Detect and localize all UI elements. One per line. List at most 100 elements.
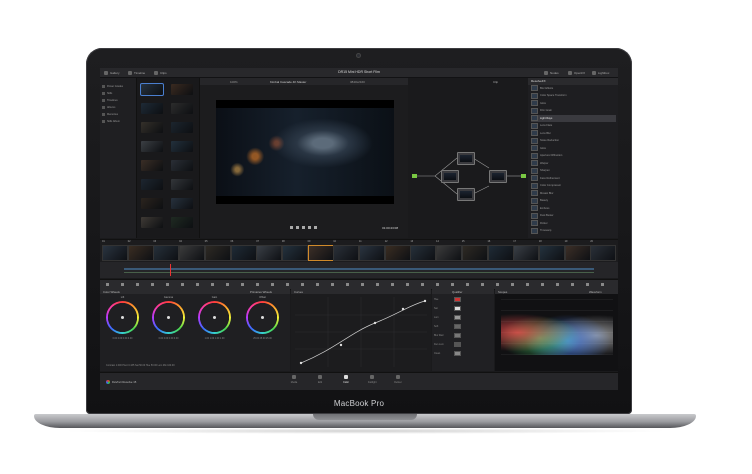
scope-mode-dropdown[interactable]: Waveform xyxy=(589,290,602,294)
library-item[interactable]: Film Grain xyxy=(531,107,616,115)
page-tab-media[interactable]: Media xyxy=(290,375,298,384)
still-thumbnail[interactable] xyxy=(141,141,163,152)
tool-icon[interactable] xyxy=(406,283,409,286)
curve-graph[interactable] xyxy=(295,297,427,367)
library-item[interactable]: Aperture Diffraction xyxy=(531,152,616,160)
still-thumbnail[interactable] xyxy=(141,103,163,114)
library-item[interactable]: Color Space Transform xyxy=(531,92,616,100)
qualifier-row[interactable]: Clean xyxy=(434,351,492,356)
lightbox-button[interactable]: Lightbox xyxy=(592,70,609,75)
media-pool-item[interactable]: Power Grades xyxy=(102,83,134,89)
still-thumbnail[interactable] xyxy=(171,160,193,171)
library-item[interactable]: Warper xyxy=(531,160,616,167)
media-pool-item[interactable]: Memories xyxy=(102,111,134,117)
tool-icon[interactable] xyxy=(511,283,514,286)
still-thumbnail[interactable] xyxy=(171,179,193,190)
qualifier-row[interactable]: Lum xyxy=(434,315,492,320)
clip-thumbnail[interactable] xyxy=(487,245,514,261)
tool-icon[interactable] xyxy=(571,283,574,286)
clip-thumbnail[interactable] xyxy=(153,245,180,261)
tool-icon[interactable] xyxy=(151,283,154,286)
still-thumbnail[interactable] xyxy=(141,217,163,228)
still-thumbnail[interactable] xyxy=(171,141,193,152)
library-item[interactable]: Blur Effects xyxy=(531,85,616,92)
clip-thumbnail[interactable] xyxy=(307,245,334,261)
qualifier-row[interactable]: Soft xyxy=(434,324,492,329)
tool-icon[interactable] xyxy=(451,283,454,286)
tool-icon[interactable] xyxy=(136,283,139,286)
tool-icon[interactable] xyxy=(376,283,379,286)
page-tab-edit[interactable]: Edit xyxy=(316,375,324,384)
library-item[interactable]: Emboss xyxy=(531,205,616,212)
tool-icon[interactable] xyxy=(601,283,604,286)
library-item[interactable]: Timewarp xyxy=(531,227,616,235)
still-thumbnail[interactable] xyxy=(141,179,163,190)
gamma-wheel[interactable] xyxy=(152,301,185,334)
clip-thumbnail[interactable] xyxy=(461,245,488,261)
clip-thumbnail[interactable] xyxy=(564,245,591,261)
video-frame[interactable] xyxy=(216,100,394,204)
media-pool-item[interactable]: Stills xyxy=(102,90,134,96)
tool-icon[interactable] xyxy=(226,283,229,286)
zoom-dropdown[interactable]: 100% xyxy=(230,80,238,84)
tool-icon[interactable] xyxy=(106,283,109,286)
library-item[interactable]: Flicker xyxy=(531,220,616,227)
clip-thumbnail[interactable] xyxy=(359,245,385,261)
play-icon[interactable] xyxy=(302,226,305,229)
tool-icon[interactable] xyxy=(241,283,244,286)
node-04[interactable] xyxy=(489,170,507,183)
tool-icon[interactable] xyxy=(586,283,589,286)
node-01[interactable] xyxy=(457,152,475,165)
tool-icon[interactable] xyxy=(256,283,259,286)
clip-thumbnail[interactable] xyxy=(256,245,283,261)
clip-thumbnail[interactable] xyxy=(102,245,128,261)
library-item[interactable]: Color Compressor xyxy=(531,182,616,190)
tool-icon[interactable] xyxy=(526,283,529,286)
qualifier-row[interactable]: Sat xyxy=(434,306,492,311)
still-thumbnail[interactable] xyxy=(141,198,163,209)
clip-thumbnail[interactable] xyxy=(513,245,540,261)
tool-icon[interactable] xyxy=(481,283,484,286)
library-item[interactable]: Beauty xyxy=(531,197,616,205)
tool-icon[interactable] xyxy=(391,283,394,286)
tool-icon[interactable] xyxy=(181,283,184,286)
lift-wheel[interactable] xyxy=(106,301,139,334)
stop-icon[interactable] xyxy=(296,226,299,229)
nodes-button[interactable]: Nodes xyxy=(544,70,559,75)
still-thumbnail[interactable] xyxy=(171,198,193,209)
library-item[interactable]: Lens Blur xyxy=(531,130,616,137)
wheels-mode[interactable]: Primaries Wheels xyxy=(250,290,272,294)
clip-thumbnail[interactable] xyxy=(204,245,231,261)
media-pool-item[interactable]: Timelines xyxy=(102,97,134,103)
qualifier-row[interactable]: Hue xyxy=(434,297,492,302)
clip-thumbnail[interactable] xyxy=(281,245,308,261)
still-thumbnail[interactable] xyxy=(171,122,193,133)
openfx-button[interactable]: OpenFX xyxy=(568,70,585,75)
still-thumbnail[interactable] xyxy=(140,83,164,96)
library-item[interactable]: Glow xyxy=(531,145,616,152)
qualifier-row[interactable]: Den Lum xyxy=(434,342,492,347)
page-tab-color[interactable]: Color xyxy=(342,375,350,384)
clip-thumbnail[interactable] xyxy=(590,245,617,261)
tool-icon[interactable] xyxy=(331,283,334,286)
offset-wheel[interactable] xyxy=(246,301,279,334)
tool-icon[interactable] xyxy=(541,283,544,286)
library-item[interactable]: Mosaic Blur xyxy=(531,190,616,197)
loop-icon[interactable] xyxy=(314,226,317,229)
mini-timeline[interactable] xyxy=(100,262,618,278)
tool-icon[interactable] xyxy=(211,283,214,286)
tool-icon[interactable] xyxy=(346,283,349,286)
library-item[interactable]: Sharpen xyxy=(531,167,616,175)
page-tab-fairlight[interactable]: Fairlight xyxy=(368,375,377,384)
tool-icon[interactable] xyxy=(421,283,424,286)
timeline-name[interactable]: Kimbal Cascade 4K Master xyxy=(270,80,306,84)
clip-thumbnail[interactable] xyxy=(179,245,206,261)
tool-icon[interactable] xyxy=(496,283,499,286)
page-tab-deliver[interactable]: Deliver xyxy=(394,375,402,384)
tool-icon[interactable] xyxy=(436,283,439,286)
library-item[interactable]: Light Rays xyxy=(531,115,616,122)
still-thumbnail[interactable] xyxy=(171,217,193,228)
media-pool-item[interactable]: Stills Album xyxy=(102,118,134,124)
library-item[interactable]: Face Refinement xyxy=(531,175,616,182)
clip-thumbnail[interactable] xyxy=(410,245,437,261)
